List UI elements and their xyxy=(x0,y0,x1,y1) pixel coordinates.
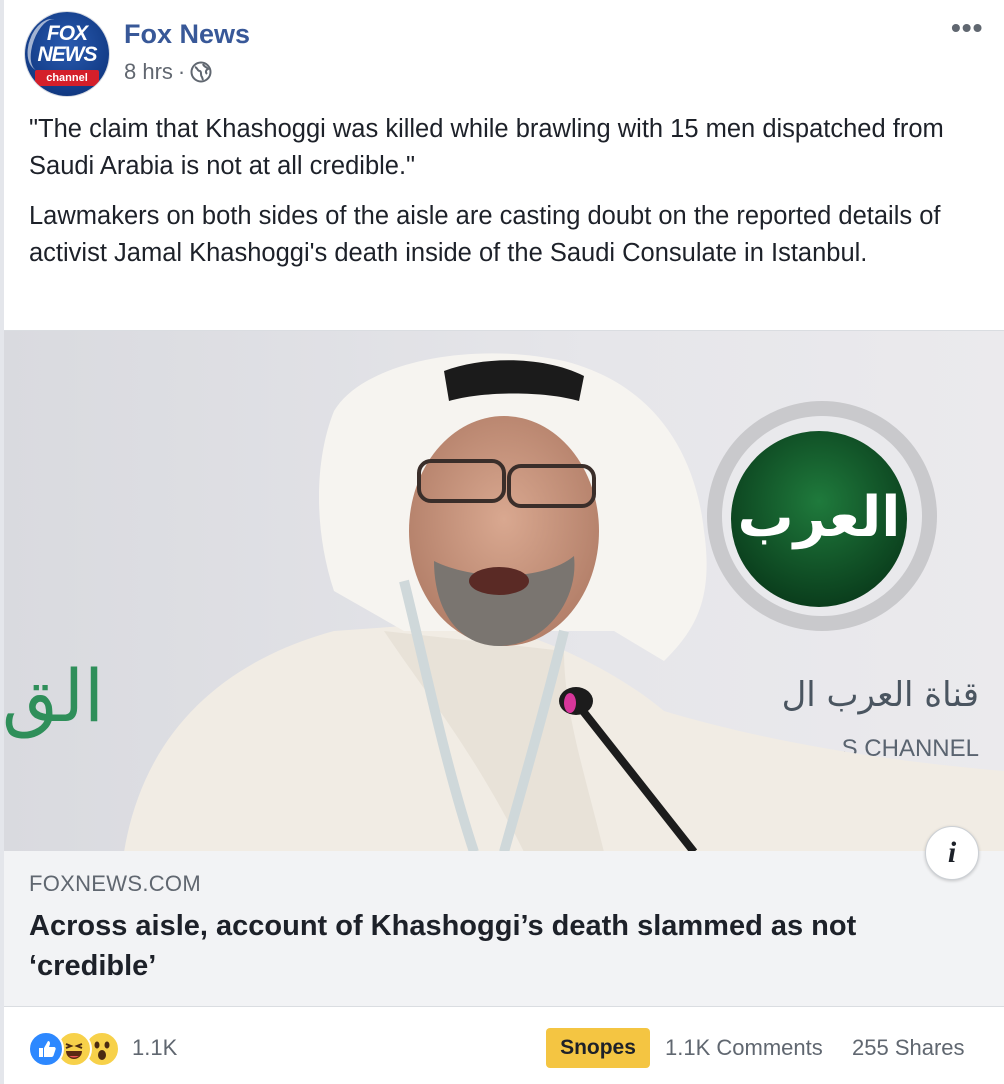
link-preview[interactable]: FOXNEWS.COM Across aisle, account of Kha… xyxy=(4,851,1004,1007)
facebook-post: FOX NEWS channel Fox News 8 hrs · ••• "T… xyxy=(0,0,1004,1084)
comments-count[interactable]: 1.1K Comments xyxy=(665,1035,823,1061)
meta-separator: · xyxy=(177,59,186,84)
link-headline[interactable]: Across aisle, account of Khashoggi’s dea… xyxy=(29,906,979,986)
snopes-badge[interactable]: Snopes xyxy=(546,1028,650,1068)
channel-arabic-text: قناة العرب ال xyxy=(782,675,979,715)
globe-icon[interactable] xyxy=(190,61,212,83)
post-quote: "The claim that Khashoggi was killed whi… xyxy=(29,115,944,180)
left-arabic-text: الق xyxy=(4,654,104,739)
more-options-icon[interactable]: ••• xyxy=(951,14,983,42)
post-body: Lawmakers on both sides of the aisle are… xyxy=(29,202,941,267)
page-avatar[interactable]: FOX NEWS channel xyxy=(25,12,109,96)
info-icon[interactable]: i xyxy=(925,826,979,880)
link-domain: FOXNEWS.COM xyxy=(29,871,201,896)
reaction-icons[interactable] xyxy=(28,1031,120,1067)
avatar-logo-line2: NEWS xyxy=(37,43,98,66)
avatar-logo-line3: channel xyxy=(35,70,99,86)
like-icon xyxy=(28,1031,64,1067)
page-name-link[interactable]: Fox News xyxy=(124,17,250,51)
shares-count[interactable]: 255 Shares xyxy=(852,1035,965,1061)
photo-illustration: العرب قناة العرب ال S CHANNEL الق xyxy=(4,331,1004,852)
channel-logo-text: العرب xyxy=(738,485,901,550)
post-timestamp[interactable]: 8 hrs xyxy=(124,58,173,86)
reaction-count[interactable]: 1.1K xyxy=(132,1035,177,1061)
avatar-logo-line1: FOX xyxy=(46,22,88,45)
article-photo[interactable]: العرب قناة العرب ال S CHANNEL الق xyxy=(4,330,1004,852)
post-meta: 8 hrs · xyxy=(124,58,212,86)
